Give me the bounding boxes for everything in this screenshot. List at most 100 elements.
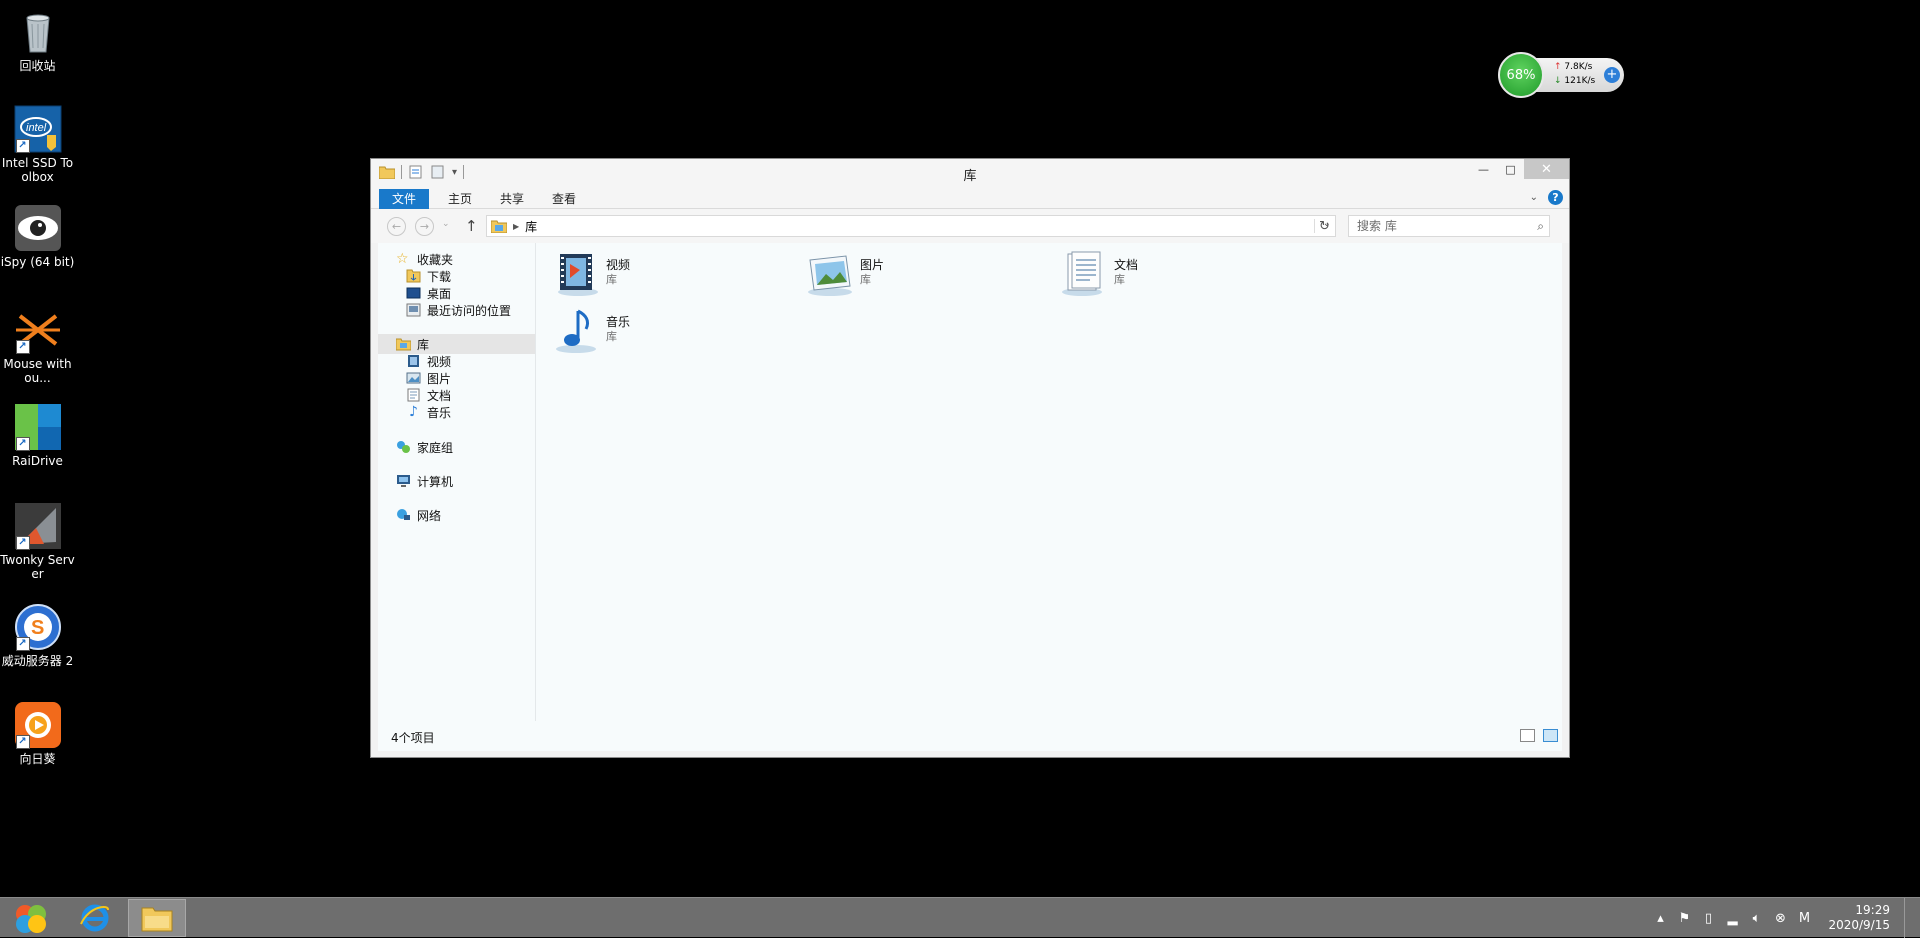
pictures-library-icon	[808, 255, 852, 296]
star-icon: ☆	[396, 251, 409, 267]
svg-text:intel: intel	[26, 122, 47, 134]
taskbar: ▴ ⚑ ▯ ▂ 🔈︎ ⊗ M 19:29 2020/9/15	[0, 897, 1920, 938]
system-tray: ▴ ⚑ ▯ ▂ 🔈︎ ⊗ M 19:29 2020/9/15	[1652, 898, 1920, 938]
nav-label: 音乐	[427, 405, 452, 420]
details-view-button[interactable]	[1520, 729, 1535, 742]
status-bar: 4个项目	[378, 721, 1562, 751]
nav-label: 最近访问的位置	[427, 303, 512, 318]
desktop-icon-weidong[interactable]: S ↗ 威动服务器 2	[0, 603, 75, 668]
desktop-icon-mouse-without-borders[interactable]: ↗ Mouse withou...	[0, 306, 75, 385]
network-icon	[397, 509, 410, 520]
back-button[interactable]: ←	[387, 217, 406, 236]
stop-icon[interactable]: ⊗	[1772, 911, 1788, 926]
desktop-icon-label: 回收站	[19, 59, 56, 73]
breadcrumb-arrow-icon[interactable]: ▶	[513, 222, 519, 231]
desktop-icon-sunflower[interactable]: ↗ 向日葵	[0, 701, 75, 766]
libraries-icon	[396, 338, 411, 351]
desktop-icon-twonky[interactable]: ↗ Twonky Server	[0, 502, 75, 581]
large-icons-view-button[interactable]	[1543, 729, 1558, 742]
video-icon	[408, 355, 419, 367]
memory-usage-circle[interactable]: 68%	[1498, 52, 1544, 98]
breadcrumb[interactable]: 库	[525, 218, 537, 235]
maximize-button[interactable]: □	[1497, 159, 1524, 179]
sunflower-remote-icon: ↗	[14, 701, 62, 749]
shortcut-arrow-icon: ↗	[15, 340, 30, 354]
close-button[interactable]: ✕	[1524, 159, 1569, 179]
library-name: 音乐	[606, 315, 631, 329]
clock-time: 19:29	[1855, 903, 1890, 917]
taskbar-file-explorer[interactable]	[128, 899, 186, 937]
clock[interactable]: 19:29 2020/9/15	[1828, 903, 1890, 933]
explorer-window: ▾ 库 — □ ✕ 文件 主页 共享 查看 ⌄ ? ← → ⌄ ↑ ▶ 库 ⌄ …	[370, 158, 1570, 758]
nav-libraries[interactable]: 库	[378, 334, 535, 354]
shortcut-arrow-icon: ↗	[15, 735, 30, 749]
library-type: 库	[606, 273, 617, 286]
title-bar[interactable]: ▾ 库 — □ ✕	[371, 159, 1569, 187]
nav-network[interactable]: 网络	[396, 505, 441, 525]
widget-plus-button[interactable]: +	[1604, 67, 1620, 83]
weidong-server-icon: S ↗	[14, 603, 62, 651]
recycle-bin-icon	[14, 8, 62, 56]
downloads-folder-icon	[406, 269, 421, 283]
forward-button[interactable]: →	[415, 217, 434, 236]
library-name: 图片	[860, 258, 885, 272]
clock-date: 2020/9/15	[1828, 918, 1890, 932]
nav-label: 视频	[427, 354, 452, 369]
desktop-icon-recycle-bin[interactable]: 回收站	[0, 8, 75, 73]
network-speed-widget[interactable]: ↑ 7.8K/s ↓ 121K/s + 68%	[1498, 52, 1625, 98]
library-item-music[interactable]: 音乐 库	[552, 307, 630, 355]
library-item-videos[interactable]: 视频 库	[552, 250, 630, 298]
tab-home[interactable]: 主页	[435, 189, 485, 209]
search-icon[interactable]: ⌕	[1537, 216, 1544, 236]
desktop-icon-ispy[interactable]: iSpy (64 bit)	[0, 204, 75, 269]
recent-locations-icon[interactable]: ⌄	[442, 219, 450, 229]
taskbar-internet-explorer[interactable]	[66, 899, 124, 937]
navigation-pane: ☆ 收藏夹 下载 桌面 最近访问的位置 库 视频 图片 文档 ♪ 音乐 家庭组 …	[378, 243, 536, 721]
desktop-icon-label: RaiDrive	[12, 454, 63, 468]
download-speed-value: 121K/s	[1564, 76, 1596, 86]
view-toggle	[1520, 729, 1558, 742]
show-desktop-button[interactable]	[1904, 898, 1910, 938]
tab-share[interactable]: 共享	[487, 189, 537, 209]
desktop-icon-raidrive[interactable]: ↗ RaiDrive	[0, 403, 75, 468]
desktop-icon-label: 向日葵	[19, 752, 56, 766]
shortcut-arrow-icon: ↗	[15, 536, 30, 550]
video-library-icon	[558, 254, 598, 296]
search-input[interactable]: 搜索 库 ⌕	[1348, 215, 1550, 237]
nav-item-recent[interactable]: 最近访问的位置	[406, 300, 511, 320]
action-center-icon[interactable]: ⚑	[1676, 911, 1692, 926]
ime-indicator[interactable]: M	[1796, 911, 1812, 926]
nav-item-music[interactable]: ♪ 音乐	[406, 402, 451, 422]
library-item-documents[interactable]: 文档 库	[1060, 250, 1138, 298]
up-button[interactable]: ↑	[465, 217, 478, 235]
shortcut-arrow-icon: ↗	[15, 139, 30, 153]
internet-explorer-icon	[80, 904, 109, 932]
homegroup-icon	[397, 441, 410, 453]
nav-computer[interactable]: 计算机	[396, 471, 453, 491]
nav-label: 下载	[427, 269, 452, 284]
nav-label: 图片	[427, 371, 452, 386]
file-explorer-icon	[141, 907, 173, 932]
computer-icon	[397, 475, 410, 487]
nav-label: 库	[417, 337, 430, 352]
volume-icon[interactable]: 🔈︎	[1748, 911, 1764, 926]
help-icon[interactable]: ?	[1548, 190, 1563, 205]
show-hidden-icons-icon[interactable]: ▴	[1652, 911, 1668, 926]
raidrive-icon: ↗	[14, 403, 62, 451]
ribbon-tabs: 文件 主页 共享 查看 ⌄ ?	[371, 187, 1569, 209]
expand-ribbon-icon[interactable]: ⌄	[1530, 192, 1538, 203]
tab-file[interactable]: 文件	[379, 189, 430, 209]
address-bar[interactable]: ▶ 库 ⌄	[486, 215, 1336, 237]
nav-homegroup[interactable]: 家庭组	[396, 437, 453, 457]
device-icon[interactable]: ▯	[1700, 911, 1716, 926]
network-status-icon[interactable]: ▂	[1724, 911, 1740, 926]
library-item-pictures[interactable]: 图片 库	[806, 250, 884, 298]
library-name: 文档	[1114, 258, 1139, 272]
desktop-icon-intel-ssd[interactable]: intel ↗ Intel SSD Toolbox	[0, 105, 75, 184]
refresh-button[interactable]: ↻	[1314, 219, 1334, 234]
minimize-button[interactable]: —	[1470, 159, 1497, 179]
recent-places-icon	[406, 303, 421, 317]
tab-view[interactable]: 查看	[539, 189, 589, 209]
start-button[interactable]	[2, 899, 60, 937]
window-controls: — □ ✕	[1470, 159, 1569, 179]
